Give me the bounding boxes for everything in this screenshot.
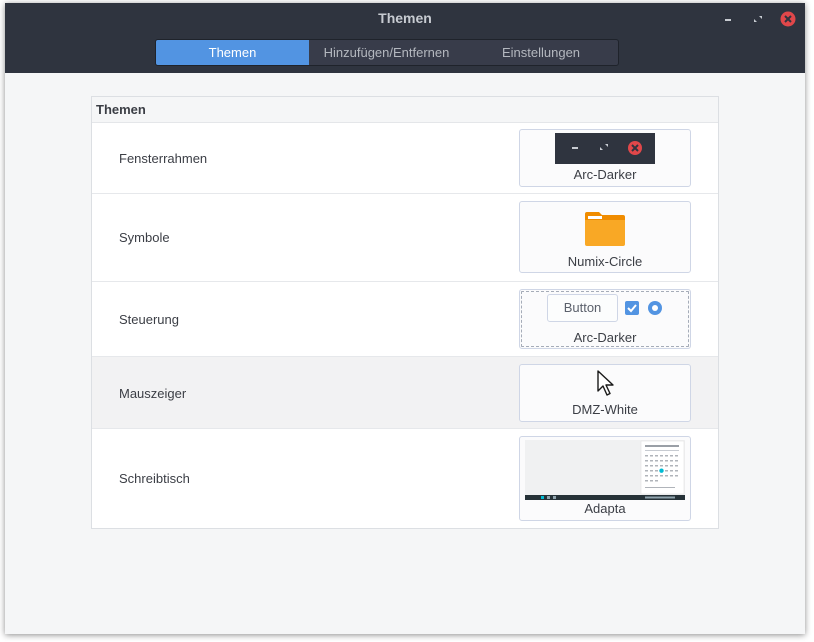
folder-icon bbox=[585, 212, 625, 246]
radio-selected-icon bbox=[648, 301, 662, 315]
desktop-screenshot-icon bbox=[525, 440, 685, 500]
tab-einstellungen[interactable]: Einstellungen bbox=[464, 40, 618, 65]
theme-name: Numix-Circle bbox=[567, 254, 643, 269]
row-label: Mauszeiger bbox=[119, 386, 187, 401]
theme-name: Arc-Darker bbox=[573, 167, 637, 182]
controls-theme-button[interactable]: Button Arc-Darker bbox=[519, 289, 691, 349]
row-fensterrahmen: Fensterrahmen Arc-Darker bbox=[92, 123, 718, 194]
window-border-theme-button[interactable]: Arc-Darker bbox=[519, 129, 691, 187]
minimize-icon bbox=[725, 19, 731, 21]
tab-themen[interactable]: Themen bbox=[156, 40, 309, 65]
window-buttons-icon bbox=[555, 133, 655, 164]
maximize-icon bbox=[754, 16, 762, 22]
checkbox-checked-icon bbox=[625, 301, 639, 315]
row-mauszeiger: Mauszeiger DMZ-White bbox=[92, 357, 718, 429]
themes-window: Themen Themen Hinzufügen/Entfernen Einst… bbox=[5, 3, 805, 634]
panel-header: Themen bbox=[92, 97, 718, 123]
window-title: Themen bbox=[378, 10, 432, 26]
desktop-theme-button[interactable]: Adapta bbox=[519, 436, 691, 521]
row-label: Symbole bbox=[119, 230, 170, 245]
tab-hinzufuegen-entfernen[interactable]: Hinzufügen/Entfernen bbox=[309, 40, 464, 65]
row-symbole: Symbole Numix-Circle bbox=[92, 194, 718, 282]
preview-button: Button bbox=[547, 294, 618, 322]
theme-name: Arc-Darker bbox=[573, 330, 637, 345]
maximize-button[interactable] bbox=[749, 10, 767, 28]
row-schreibtisch: Schreibtisch Adapta bbox=[92, 429, 718, 528]
close-icon bbox=[780, 11, 796, 27]
row-steuerung: Steuerung Button Arc-Darker bbox=[92, 282, 718, 357]
view-switcher: Themen Hinzufügen/Entfernen Einstellunge… bbox=[155, 39, 619, 66]
minimize-button[interactable] bbox=[719, 10, 737, 28]
theme-name: Adapta bbox=[584, 501, 626, 516]
row-label: Fensterrahmen bbox=[119, 151, 208, 166]
cursor-theme-button[interactable]: DMZ-White bbox=[519, 364, 691, 422]
close-button[interactable] bbox=[779, 10, 797, 28]
icon-theme-button[interactable]: Numix-Circle bbox=[519, 201, 691, 273]
themes-panel: Themen Fensterrahmen Arc-Darker Symbole bbox=[91, 96, 719, 529]
row-label: Schreibtisch bbox=[119, 471, 190, 486]
row-label: Steuerung bbox=[119, 312, 179, 327]
theme-name: DMZ-White bbox=[572, 402, 638, 417]
title-bar: Themen Themen Hinzufügen/Entfernen Einst… bbox=[5, 3, 805, 73]
mouse-pointer-icon bbox=[597, 370, 614, 396]
